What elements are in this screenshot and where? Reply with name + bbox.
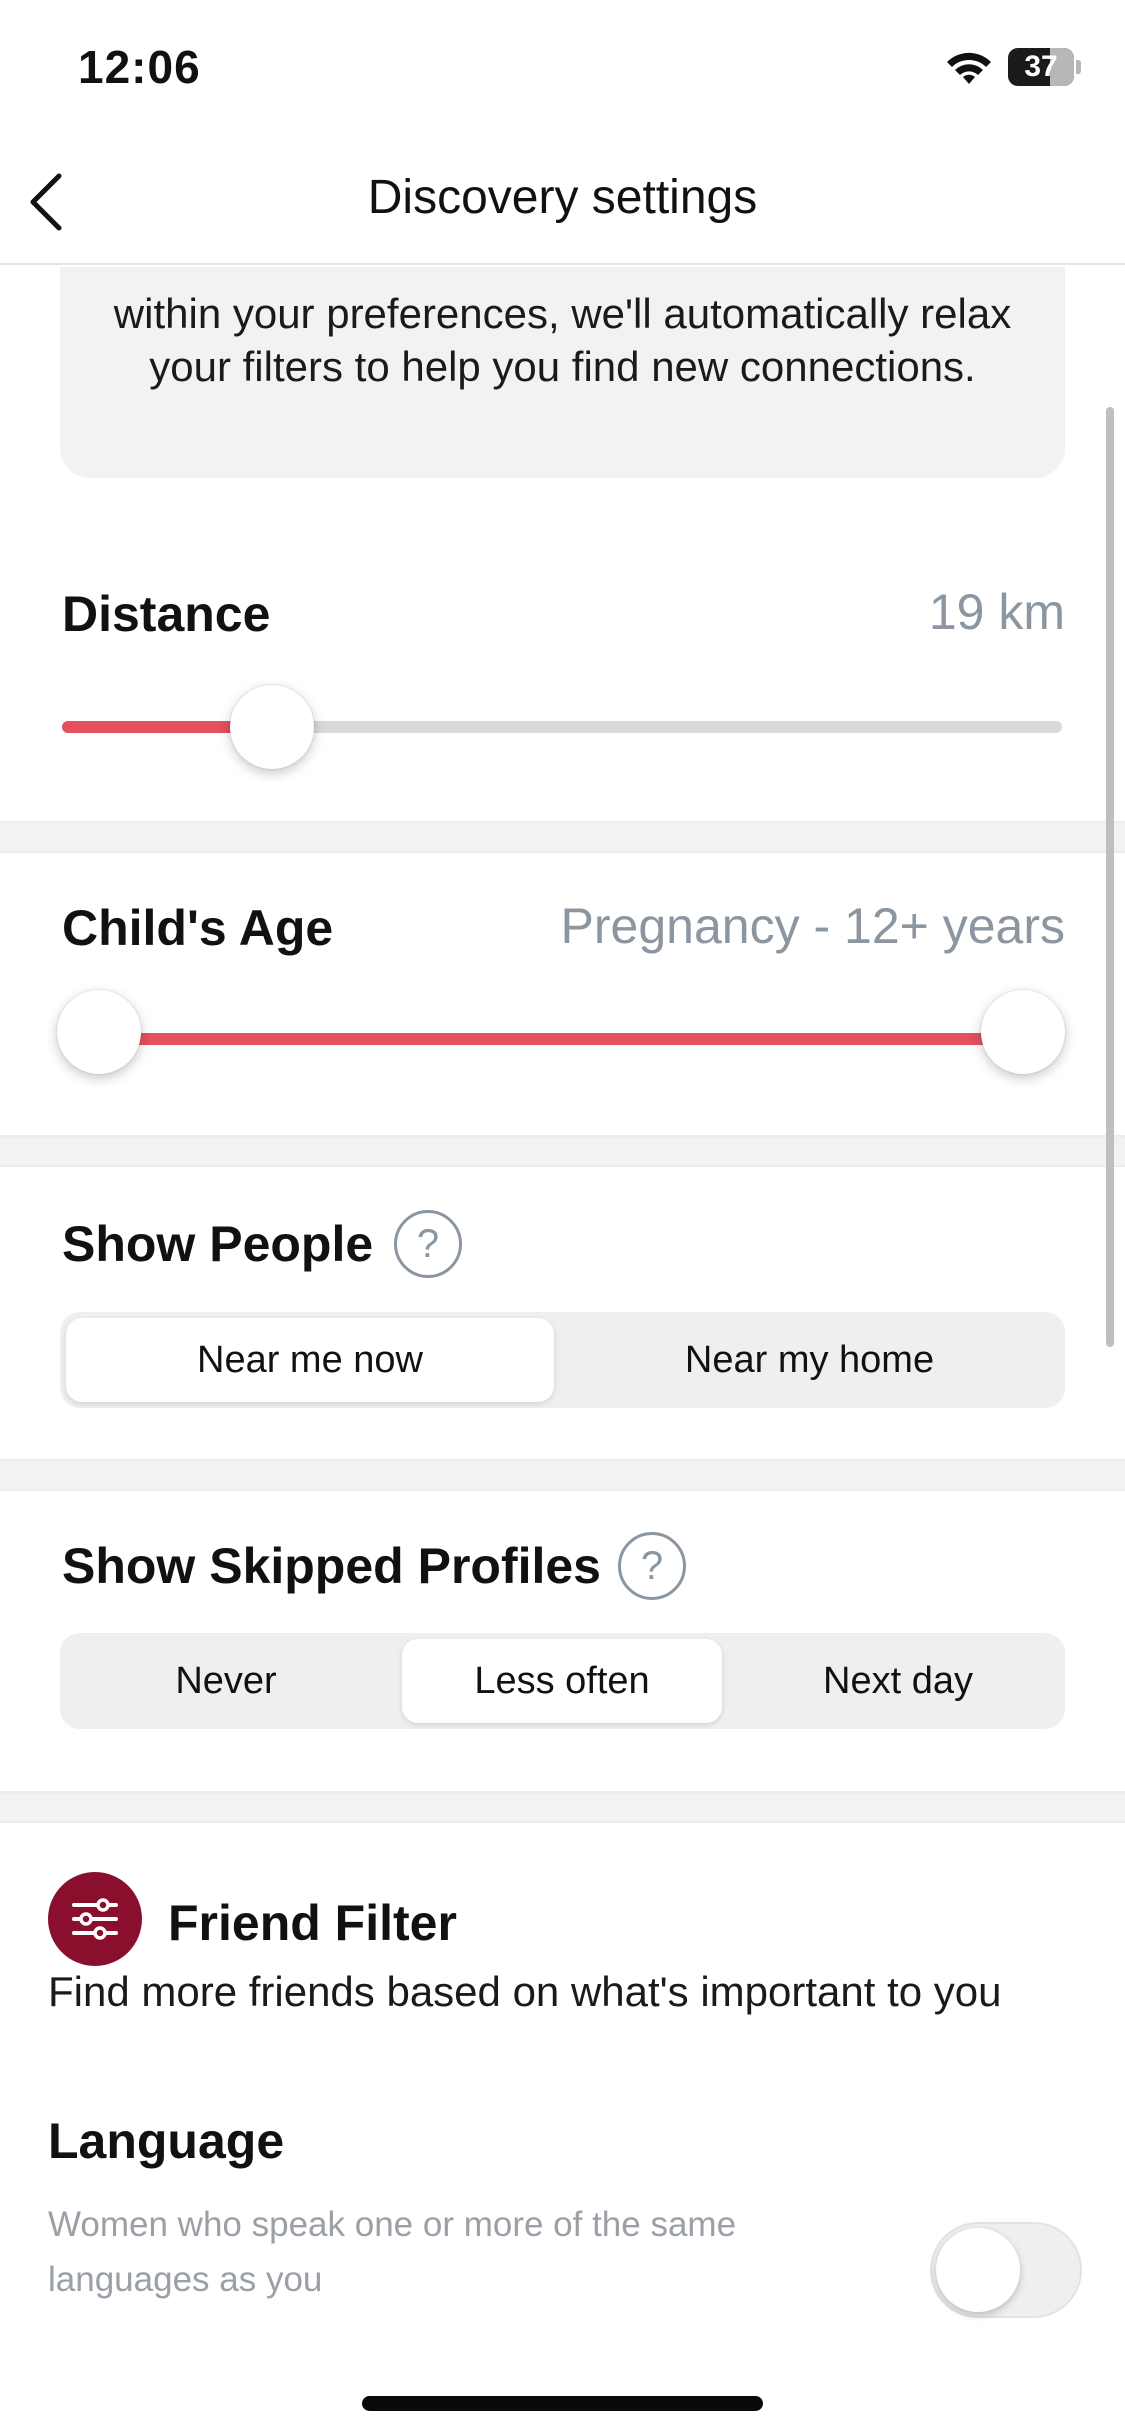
- segment-near-me-now[interactable]: Near me now: [66, 1318, 554, 1402]
- toggle-knob: [936, 2228, 1020, 2312]
- show-people-title: Show People: [62, 1216, 374, 1272]
- segment-less-often[interactable]: Less often: [402, 1639, 722, 1723]
- help-icon[interactable]: ?: [394, 1210, 462, 1278]
- sliders-icon: [48, 1872, 142, 1966]
- navigation-bar: Discovery settings: [0, 140, 1125, 265]
- friend-filter-description: Find more friends based on what's import…: [48, 1968, 1002, 2015]
- distance-slider-thumb[interactable]: [230, 685, 314, 769]
- show-skipped-title: Show Skipped Profiles: [62, 1538, 601, 1594]
- info-card-text: within your preferences, we'll automatic…: [113, 290, 1012, 390]
- info-card: within your preferences, we'll automatic…: [60, 267, 1065, 478]
- segment-never[interactable]: Never: [66, 1639, 386, 1723]
- language-description: Women who speak one or more of the same …: [48, 2205, 737, 2299]
- section-divider: [0, 1459, 1125, 1491]
- show-people-segmented-control: Near me now Near my home: [60, 1312, 1065, 1408]
- language-toggle[interactable]: [930, 2222, 1082, 2318]
- page-title: Discovery settings: [367, 171, 758, 224]
- home-indicator: [362, 2396, 763, 2411]
- child-age-max-thumb[interactable]: [981, 990, 1065, 1074]
- child-age-slider-fill: [100, 1033, 1020, 1045]
- discovery-settings-screen: 12:06 37 Discovery settings within your …: [0, 0, 1125, 2436]
- wifi-icon: [947, 52, 991, 84]
- sliders-icon-glyph: [72, 1898, 118, 1940]
- show-skipped-segmented-control: Never Less often Next day: [60, 1633, 1065, 1729]
- section-divider: [0, 821, 1125, 853]
- segment-next-day[interactable]: Next day: [738, 1639, 1058, 1723]
- status-time: 12:06: [78, 41, 201, 93]
- battery-icon: 37: [1008, 48, 1081, 86]
- scrollbar[interactable]: [1106, 407, 1114, 1347]
- status-bar: 12:06 37: [0, 0, 1125, 140]
- battery-level: 37: [1024, 50, 1058, 83]
- settings-content: within your preferences, we'll automatic…: [0, 267, 1125, 2436]
- segment-near-my-home[interactable]: Near my home: [560, 1318, 1059, 1402]
- battery-tip: [1076, 60, 1081, 74]
- friend-filter-title: Friend Filter: [168, 1895, 457, 1951]
- child-age-title: Child's Age: [62, 900, 334, 956]
- section-divider: [0, 1791, 1125, 1823]
- distance-value: 19 km: [928, 584, 1065, 640]
- distance-title: Distance: [62, 586, 271, 642]
- child-age-value: Pregnancy - 12+ years: [560, 898, 1065, 954]
- help-icon[interactable]: ?: [618, 1532, 686, 1600]
- child-age-min-thumb[interactable]: [57, 990, 141, 1074]
- language-title: Language: [48, 2113, 285, 2169]
- section-divider: [0, 1135, 1125, 1167]
- battery-body: 37: [1008, 48, 1074, 86]
